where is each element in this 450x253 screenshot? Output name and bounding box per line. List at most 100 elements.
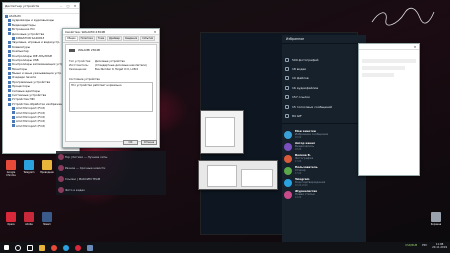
tab-4[interactable]: Сведения: [122, 36, 140, 41]
tab-2[interactable]: Тома: [95, 36, 107, 41]
chat-item[interactable]: Telegram Код подтверждения 16.09.2019: [282, 177, 366, 189]
voice-icon: [285, 104, 289, 109]
chat-item[interactable]: Журналистик Новая статья 14.09: [282, 189, 366, 201]
app-icon: [24, 160, 34, 170]
cancel-button[interactable]: Отмена: [141, 140, 157, 145]
chat-item[interactable]: Мои заметки Избранное сообщение 18.09: [282, 129, 366, 141]
currency-widget[interactable]: USD/RUB: [405, 244, 417, 248]
device-icon: [8, 89, 11, 93]
chat-avatar: [284, 142, 292, 151]
media-row[interactable]: 84 GIF: [282, 111, 366, 120]
video-icon: [285, 67, 289, 72]
close-icon[interactable]: ✕: [413, 45, 417, 49]
general-tab-panel: WALKIMI 2304B Тип устройства: Дисковые ус…: [65, 44, 157, 142]
media-row-label: 18 видео: [292, 67, 307, 72]
media-row[interactable]: 500 фотографий: [282, 55, 366, 64]
chat-preview-label: Фото и видео: [65, 187, 85, 192]
chat-avatar: [58, 153, 64, 160]
gif-icon: [285, 114, 289, 119]
chat-image-thumbnail-2[interactable]: [198, 160, 278, 190]
tab-3[interactable]: Драйвер: [107, 36, 122, 41]
chat-list[interactable]: Мои заметки Избранное сообщение 18.09 Автор…: [282, 129, 366, 201]
chat-text: Мои заметки Избранное сообщение 18.09: [295, 130, 328, 140]
device-icon: [12, 106, 15, 110]
recycle-bin[interactable]: Корзина: [428, 212, 444, 226]
chat-text: Telegram Код подтверждения 16.09.2019: [295, 178, 325, 188]
chat-text: Автор канал Видеозапись 18.09: [295, 142, 315, 152]
device-icon: [8, 54, 11, 58]
chat-item[interactable]: Автор канал Видеозапись 18.09: [282, 141, 366, 153]
desktop-icon[interactable]: Google Chrome: [3, 160, 19, 177]
recycle-bin-label: Корзина: [430, 223, 442, 226]
device-icon: [8, 93, 11, 97]
tab-0[interactable]: Общие: [65, 36, 78, 41]
system-tray[interactable]: USD/RUB РУС 11:08 20.11.2019: [405, 243, 447, 249]
media-row-label: 10 файлов: [292, 76, 309, 81]
chat-item[interactable]: Пользователь Стикер 17.09: [282, 165, 366, 177]
chat-item[interactable]: Волков В. Фотография 17.09: [282, 153, 366, 165]
recycle-bin-icon: [431, 212, 441, 222]
device-icon: [8, 23, 11, 27]
telegram-icon: [63, 244, 69, 251]
status-label: Состояние устройства: [69, 78, 100, 81]
desktop-icon[interactable]: Steam: [39, 212, 55, 226]
device-icon: [12, 120, 15, 124]
media-row[interactable]: 18 видео: [282, 64, 366, 73]
chat-avatar: [284, 166, 292, 175]
device-icon: [8, 58, 11, 62]
link-icon: [285, 95, 289, 100]
desktop-icon-label: Проводник: [40, 171, 54, 174]
start-button[interactable]: [0, 242, 12, 253]
language-indicator[interactable]: РУС: [422, 244, 427, 248]
chat-date: 16.09.2019: [295, 184, 308, 188]
task-view-button[interactable]: [24, 242, 36, 253]
chat-preview-label: Top | Котики — Лучшие хиты: [65, 154, 108, 159]
desktop-icon-label: Adobe: [25, 223, 33, 226]
taskbar-app-device-manager[interactable]: [84, 242, 96, 253]
device-icon: [12, 124, 15, 128]
chat-preview-row[interactable]: Ссылки | МАКСИМ ТЕАМ: [56, 173, 166, 184]
search-button[interactable]: [12, 242, 24, 253]
chat-avatar: [284, 154, 292, 163]
taskbar-app-opera[interactable]: [72, 242, 84, 253]
tab-5[interactable]: События: [140, 36, 155, 41]
chat-preview-row[interactable]: Top | Котики — Лучшие хиты: [56, 151, 166, 162]
close-icon[interactable]: ✕: [153, 30, 157, 34]
media-row-label: 157 ссылок: [292, 95, 310, 100]
taskbar-app-telegram[interactable]: [60, 242, 72, 253]
dialog-title: Свойства: WALKIMI 2304B: [65, 29, 106, 34]
clock[interactable]: 11:08 20.11.2019: [432, 243, 447, 249]
chat-preview-row[interactable]: Фото и видео: [56, 184, 166, 195]
media-row[interactable]: 10 файлов: [282, 74, 366, 83]
chat-date: 14.09: [295, 196, 302, 200]
properties-dialog: Свойства: WALKIMI 2304B ✕ Общие Политика Т…: [62, 28, 160, 148]
desktop-icon[interactable]: Adobe: [21, 212, 37, 226]
device-icon: [8, 84, 11, 88]
info-value: Bus Number 0, Target Id 0, LUN 0: [95, 68, 139, 71]
chat-preview-row[interactable]: Разное — Срочные новости: [56, 162, 166, 173]
desktop-icon[interactable]: Проводник: [39, 160, 55, 174]
chrome-icon: [51, 244, 57, 251]
tab-1[interactable]: Политика: [78, 36, 95, 41]
desktop-icon[interactable]: Opera: [3, 212, 19, 226]
desktop-icon[interactable]: Telegram: [21, 160, 37, 174]
media-row[interactable]: 16 аудиофайлов: [282, 83, 366, 92]
chat-image-thumbnail[interactable]: [200, 110, 244, 154]
taskbar-app-explorer[interactable]: [36, 242, 48, 253]
taskbar-app-chrome[interactable]: [48, 242, 60, 253]
media-row[interactable]: 157 ссылок: [282, 93, 366, 102]
panel-title: Избранное: [286, 37, 305, 41]
desktop-icon-label: Steam: [43, 223, 51, 226]
maximize-icon[interactable]: □: [66, 4, 70, 8]
taskbar: USD/RUB РУС 11:08 20.11.2019: [0, 242, 450, 253]
device-header: WALKIMI 2304B: [66, 45, 156, 54]
minimize-icon[interactable]: –: [59, 4, 63, 8]
media-list[interactable]: 500 фотографий 18 видео 10 файлов 16 аудиоф…: [282, 55, 366, 121]
device-icon: [12, 115, 15, 119]
windows-icon: [3, 245, 9, 250]
signature-logo: [371, 7, 435, 26]
close-icon[interactable]: ✕: [73, 4, 77, 8]
panel-spacer: [282, 44, 366, 55]
ok-button[interactable]: ОК: [123, 140, 138, 145]
media-row[interactable]: 15 голосовых сообщений: [282, 102, 366, 111]
